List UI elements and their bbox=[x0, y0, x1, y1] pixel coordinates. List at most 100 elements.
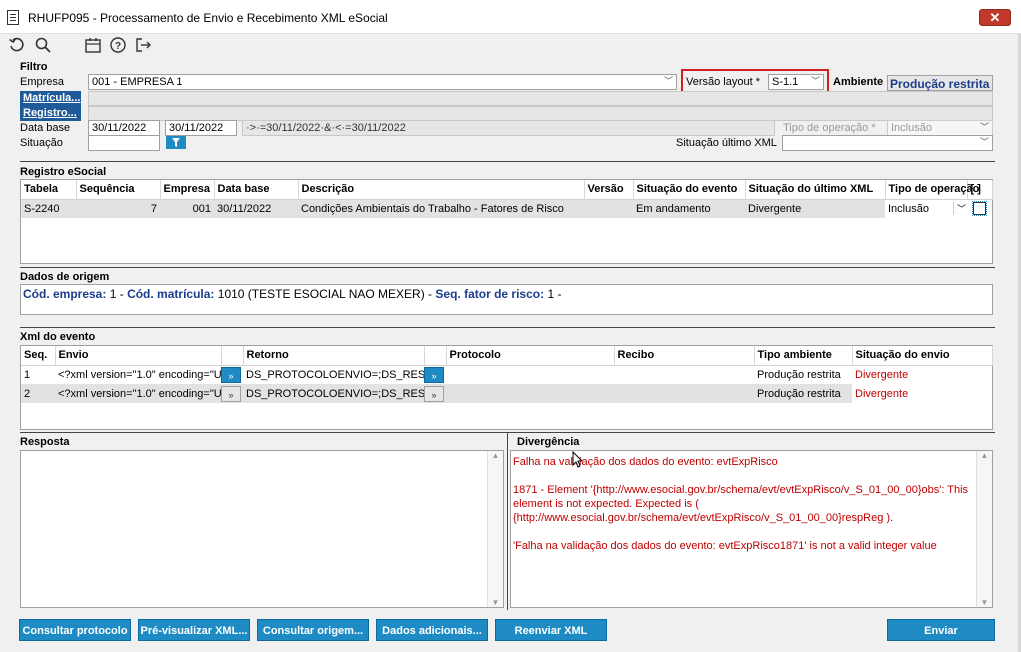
col-select-all[interactable]: [ ] bbox=[967, 180, 993, 199]
col-situacao-ultimo[interactable]: Situação do último XML bbox=[745, 180, 886, 199]
scrollbar[interactable]: ▲ ▼ bbox=[976, 451, 992, 607]
col-recibo[interactable]: Recibo bbox=[614, 346, 755, 365]
empresa-label: Empresa bbox=[20, 76, 65, 88]
col-empresa[interactable]: Empresa bbox=[160, 180, 215, 199]
divergencia-text: Falha na validação dos dados do evento: … bbox=[513, 455, 973, 553]
view-retorno-button[interactable]: » bbox=[424, 385, 444, 402]
col-envio[interactable]: Envio bbox=[55, 346, 222, 365]
tipo-operacao-cell-value: Inclusão bbox=[888, 202, 929, 215]
chevron-down-icon[interactable]: ﹀ bbox=[952, 201, 966, 215]
splitter[interactable] bbox=[507, 432, 508, 610]
close-button[interactable]: ✕ bbox=[979, 9, 1011, 26]
versao-layout-select[interactable]: S-1.1 ﹀ bbox=[768, 74, 824, 90]
cell-tipo-ambiente: Produção restrita bbox=[757, 368, 841, 381]
col-tabela[interactable]: Tabela bbox=[21, 180, 77, 199]
col-versao[interactable]: Versão bbox=[584, 180, 634, 199]
col-descricao[interactable]: Descrição bbox=[298, 180, 585, 199]
divergencia-line bbox=[513, 469, 973, 483]
col-data-base[interactable]: Data base bbox=[214, 180, 299, 199]
scrollbar[interactable]: ▲ ▼ bbox=[487, 451, 503, 607]
matricula-button[interactable]: Matrícula... bbox=[20, 91, 81, 106]
help-icon[interactable]: ? bbox=[107, 36, 129, 56]
cell-descricao: Condições Ambientais do Trabalho - Fator… bbox=[298, 199, 584, 218]
empresa-select[interactable]: 001 - EMPRESA 1 ﹀ bbox=[88, 74, 677, 90]
scroll-down-icon[interactable]: ▼ bbox=[977, 598, 992, 607]
row-checkbox[interactable] bbox=[972, 201, 987, 217]
seq-fator-label: Seq. fator de risco: bbox=[435, 287, 545, 301]
seq-fator-value: 1 - bbox=[547, 287, 562, 301]
cell-envio: <?xml version="1.0" encoding="UT bbox=[58, 368, 221, 381]
chevron-down-icon: ﹀ bbox=[810, 76, 820, 86]
col-tipo-operacao[interactable]: Tipo de operação bbox=[885, 180, 979, 199]
xml-table: Seq. Envio Retorno Protocolo Recibo Tipo… bbox=[21, 346, 993, 403]
view-retorno-button[interactable]: » bbox=[424, 366, 444, 383]
resposta-section-title: Resposta bbox=[20, 436, 70, 448]
filtro-section-title: Filtro bbox=[20, 61, 48, 73]
filter-icon[interactable] bbox=[166, 136, 186, 149]
cell-situacao-ultimo: Divergente bbox=[745, 199, 885, 218]
data-base-start-input[interactable]: 30/11/2022 bbox=[88, 120, 160, 136]
registro-button[interactable]: Registro... bbox=[20, 106, 81, 121]
table-row[interactable]: 2 <?xml version="1.0" encoding="UT » DS_… bbox=[21, 384, 992, 403]
cell-recibo bbox=[614, 365, 754, 384]
cell-checkbox[interactable] bbox=[967, 199, 992, 218]
xml-section-title: Xml do evento bbox=[20, 331, 96, 343]
col-seq[interactable]: Seq. bbox=[21, 346, 56, 365]
view-envio-button[interactable]: » bbox=[221, 385, 241, 402]
cell-tabela: S-2240 bbox=[21, 199, 76, 218]
cod-matricula-label: Cód. matrícula: bbox=[127, 287, 215, 301]
cell-retorno: DS_PROTOCOLOENVIO=;DS_RESPO bbox=[243, 384, 424, 403]
reenviar-xml-button[interactable]: Reenviar XML bbox=[495, 619, 607, 641]
calendar-icon[interactable] bbox=[82, 36, 104, 56]
situacao-ultimo-select[interactable]: ﹀ bbox=[782, 135, 993, 151]
table-row[interactable]: S-2240 7 001 30/11/2022 Condições Ambien… bbox=[21, 199, 992, 218]
table-row[interactable]: 1 <?xml version="1.0" encoding="UT » DS_… bbox=[21, 365, 992, 384]
scroll-down-icon[interactable]: ▼ bbox=[488, 598, 503, 607]
undo-icon[interactable] bbox=[6, 36, 28, 56]
empresa-value: 001 - EMPRESA 1 bbox=[92, 76, 183, 88]
pre-visualizar-xml-button[interactable]: Pré-visualizar XML... bbox=[138, 619, 250, 641]
cell-seq: 1 bbox=[24, 368, 31, 381]
cell-protocolo bbox=[446, 384, 614, 403]
divergencia-section-title: Divergência bbox=[517, 436, 580, 448]
data-base-end-input[interactable]: 30/11/2022 bbox=[165, 120, 237, 136]
consultar-protocolo-button[interactable]: Consultar protocolo bbox=[19, 619, 131, 641]
ambiente-label: Ambiente bbox=[833, 76, 884, 88]
tipo-operacao-value: Inclusão bbox=[891, 122, 932, 134]
enviar-button[interactable]: Enviar bbox=[887, 619, 995, 641]
col-sequencia[interactable]: Sequência bbox=[76, 180, 161, 199]
divergencia-line: 'Falha na validação dos dados do evento:… bbox=[513, 540, 937, 552]
resposta-textarea[interactable]: ▲ ▼ bbox=[20, 450, 504, 608]
col-protocolo[interactable]: Protocolo bbox=[446, 346, 615, 365]
exit-icon[interactable] bbox=[132, 36, 154, 56]
col-situacao-envio[interactable]: Situação do envio bbox=[852, 346, 993, 365]
tipo-operacao-label: Tipo de operação * bbox=[783, 122, 876, 134]
registro-field bbox=[88, 106, 993, 121]
scroll-up-icon[interactable]: ▲ bbox=[488, 451, 503, 460]
xml-grid: Seq. Envio Retorno Protocolo Recibo Tipo… bbox=[20, 345, 993, 430]
registro-grid: Tabela Sequência Empresa Data base Descr… bbox=[20, 179, 993, 264]
cell-tipo-operacao[interactable]: Inclusão ﹀ bbox=[885, 199, 967, 218]
cell-situacao-evento: Em andamento bbox=[633, 199, 745, 218]
view-envio-button[interactable]: » bbox=[221, 366, 241, 383]
origem-panel: Cód. empresa: 1 - Cód. matrícula: 1010 (… bbox=[20, 284, 993, 315]
col-tipo-ambiente[interactable]: Tipo ambiente bbox=[754, 346, 853, 365]
col-situacao-evento[interactable]: Situação do evento bbox=[633, 180, 746, 199]
col-envio-btn bbox=[221, 346, 244, 365]
cell-situacao-envio: Divergente bbox=[855, 368, 909, 381]
cell-retorno: DS_PROTOCOLOENVIO=;DS_RESPO bbox=[246, 368, 424, 381]
window-title: RHUFP095 - Processamento de Envio e Rece… bbox=[28, 11, 388, 25]
divider bbox=[20, 161, 995, 162]
situacao-input[interactable] bbox=[88, 135, 160, 151]
divergencia-textarea[interactable]: Falha na validação dos dados do evento: … bbox=[510, 450, 993, 608]
search-icon[interactable] bbox=[32, 36, 54, 56]
divergencia-line: {http://www.esocial.gov.br/schema/evt/ev… bbox=[513, 512, 894, 524]
cell-recibo bbox=[614, 384, 754, 403]
dados-adicionais-button[interactable]: Dados adicionais... bbox=[376, 619, 488, 641]
consultar-origem-button[interactable]: Consultar origem... bbox=[257, 619, 369, 641]
registro-table: Tabela Sequência Empresa Data base Descr… bbox=[21, 180, 993, 218]
ambiente-value: Produção restrita bbox=[887, 75, 993, 91]
divider bbox=[20, 267, 995, 268]
scroll-up-icon[interactable]: ▲ bbox=[977, 451, 992, 460]
col-retorno[interactable]: Retorno bbox=[243, 346, 425, 365]
